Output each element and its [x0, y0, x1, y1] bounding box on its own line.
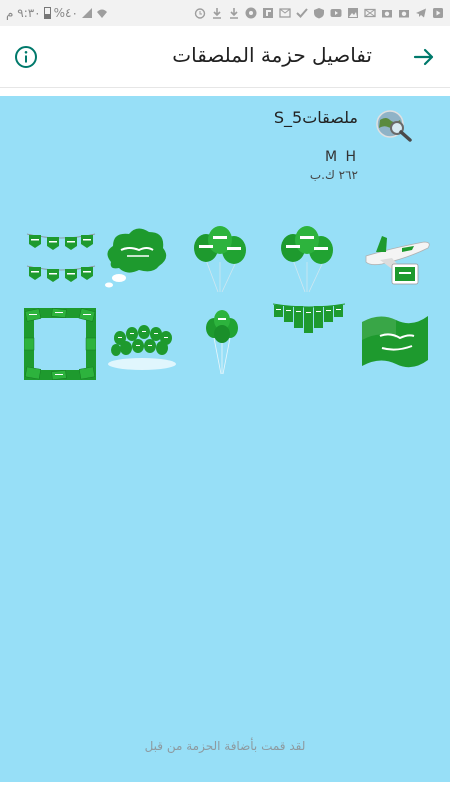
f-icon — [263, 8, 273, 18]
clock: ٩:٣٠ م — [6, 6, 41, 20]
telegram-icon — [416, 8, 426, 18]
download-icon — [230, 8, 238, 19]
sticker-bunting-flags[interactable] — [25, 222, 97, 294]
flipboard-icon — [245, 7, 257, 19]
mute-mail-icon — [279, 8, 291, 18]
sticker-balloon-bunch[interactable] — [186, 308, 258, 380]
sticker-waving-flag[interactable] — [358, 308, 430, 380]
sticker-pack-details: ملصقات5_S M H ٢٦٢ ك.ب لقد قمت بأضافة الح… — [0, 96, 450, 782]
page-title: تفاصيل حزمة الملصقات — [172, 43, 372, 67]
alarm-icon — [194, 8, 206, 19]
sticker-cloud-shahada[interactable] — [99, 222, 171, 294]
shield-icon — [314, 8, 324, 19]
battery-percent: %٤٠ — [53, 6, 78, 20]
image-icon — [348, 8, 358, 18]
app-bar: تفاصيل حزمة الملصقات — [0, 26, 450, 88]
pack-name: ملصقات5_S — [273, 108, 358, 127]
battery-icon — [43, 7, 51, 19]
signal-icon — [81, 8, 92, 18]
camera-icon — [399, 10, 409, 18]
already-added-note: لقد قمت بأضافة الحزمة من قبل — [144, 739, 306, 753]
arrow-forward-icon[interactable] — [412, 45, 436, 69]
wifi-icon — [96, 9, 107, 18]
sticker-flag-garland[interactable] — [273, 300, 345, 372]
info-icon[interactable] — [14, 45, 38, 69]
status-left: ٩:٣٠ م %٤٠ — [6, 6, 108, 20]
sticker-airplane-flag[interactable] — [362, 222, 434, 294]
check-icon — [296, 8, 308, 18]
status-bar: ٩:٣٠ م %٤٠ — [0, 0, 450, 26]
youtube-icon — [330, 9, 342, 17]
mail-icon — [364, 8, 376, 18]
sticker-balloons-flag-a[interactable] — [271, 222, 343, 294]
pack-author: M H — [324, 149, 358, 165]
bottom-bar — [0, 782, 450, 800]
notification-icons — [194, 7, 444, 19]
sticker-balloons-flag-b[interactable] — [184, 222, 256, 294]
sticker-flag-frame[interactable] — [24, 308, 96, 380]
sticker-balloon-crowd[interactable] — [106, 308, 178, 380]
camera-icon — [382, 10, 392, 18]
globe-magnifier-icon — [376, 110, 412, 142]
download-icon — [213, 8, 221, 19]
pack-size: ٢٦٢ ك.ب — [309, 168, 358, 182]
play-icon — [433, 8, 443, 18]
